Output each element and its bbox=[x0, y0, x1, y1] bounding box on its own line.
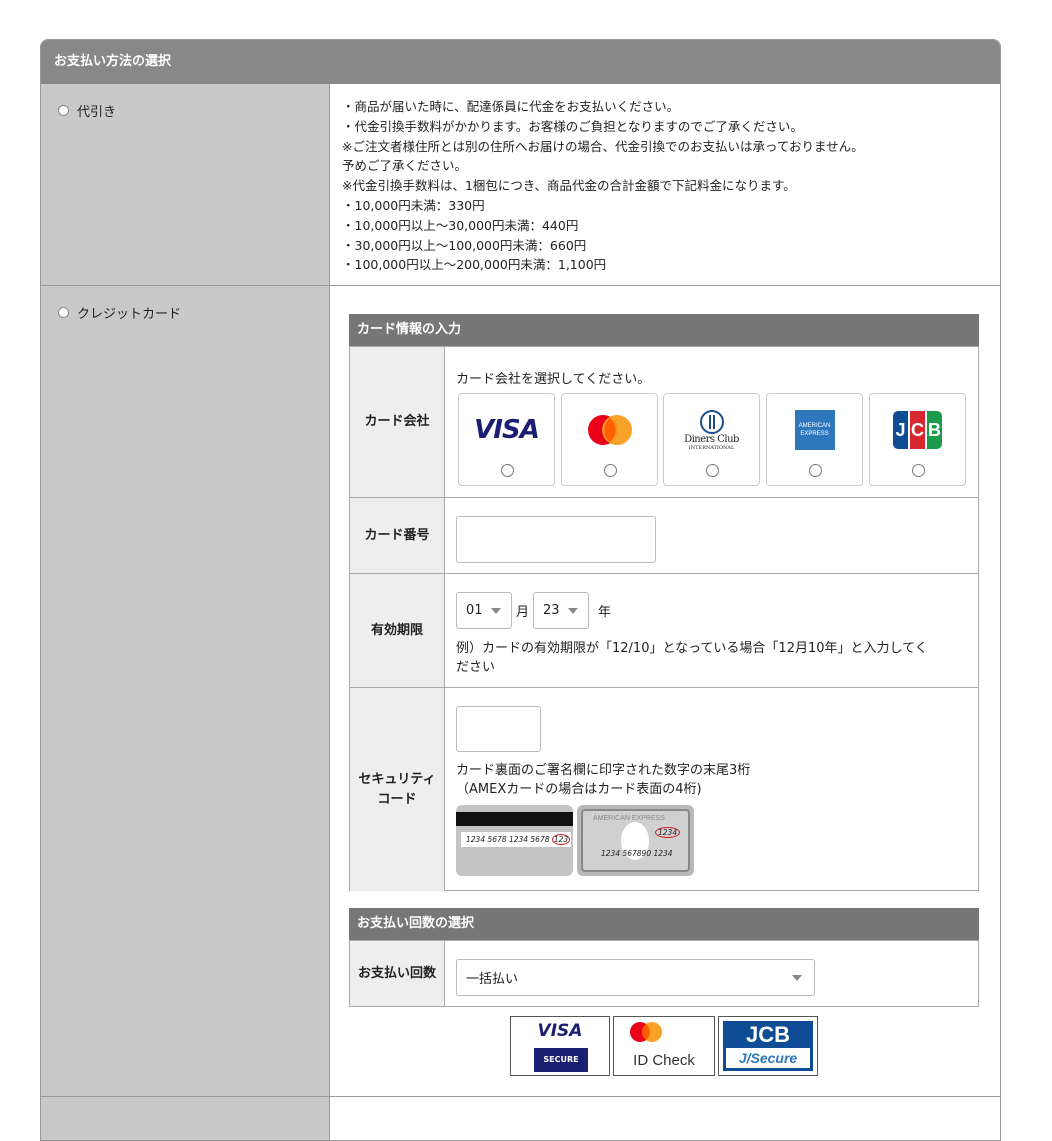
visa-secure-bottom: SECURE bbox=[534, 1048, 588, 1072]
visa-secure-badge: VISA SECURE bbox=[510, 1016, 610, 1076]
amex-logo: AMERICAN EXPRESS bbox=[767, 408, 862, 452]
id-check-badge: ID Check bbox=[613, 1016, 715, 1076]
amex-card-image: AMERICAN EXPRESS 1234 1234 567890 1234 bbox=[577, 805, 694, 876]
diners-radio[interactable] bbox=[706, 464, 719, 477]
security-code-input[interactable] bbox=[456, 706, 541, 752]
id-check-text: ID Check bbox=[633, 1052, 695, 1069]
expiry-month-value: 01 bbox=[466, 603, 483, 618]
jcb-secure-bottom: J/Secure bbox=[726, 1048, 810, 1068]
credit-radio-option[interactable]: クレジットカード bbox=[58, 303, 181, 322]
cod-line: ・30,000円以上～100,000円未満：660円 bbox=[342, 237, 587, 253]
cod-line: ※ご注文者様住所とは別の住所へお届けの場合、代金引換でのお支払いは承っておりませ… bbox=[342, 138, 864, 154]
month-unit: 月 bbox=[516, 605, 530, 620]
expiry-year-select[interactable]: 23 bbox=[533, 592, 589, 629]
expiry-note-line: ださい bbox=[456, 660, 496, 675]
card-option-visa[interactable]: VISA bbox=[458, 393, 555, 486]
amex-radio[interactable] bbox=[809, 464, 822, 477]
jcb-secure-top: JCB bbox=[745, 1022, 790, 1047]
expiry-label: 有効期限 bbox=[350, 574, 445, 687]
amex-brand-text: AMERICAN EXPRESS bbox=[593, 815, 665, 822]
cod-line: ・10,000円以上～30,000円未満：440円 bbox=[342, 217, 579, 233]
card-option-diners[interactable]: Diners Club INTERNATIONAL bbox=[663, 393, 760, 486]
security-code-label-line: コード bbox=[377, 791, 417, 807]
installments-title: お支払い回数の選択 bbox=[349, 908, 979, 940]
section-title: お支払い方法の選択 bbox=[41, 40, 1000, 84]
installments-label: お支払い回数 bbox=[350, 941, 445, 1006]
security-note-line: （AMEXカードの場合はカード表面の4桁) bbox=[456, 782, 702, 797]
diners-club-logo: Diners Club INTERNATIONAL bbox=[664, 408, 759, 452]
card-company-prompt: カード会社を選択してください。 bbox=[456, 372, 651, 387]
security-code-label: セキュリティ コード bbox=[350, 688, 445, 891]
installments-value: 一括払い bbox=[466, 972, 519, 987]
cod-line: ・100,000円以上～200,000円未満：1,100円 bbox=[342, 257, 607, 273]
credit-radio[interactable] bbox=[58, 307, 69, 318]
credit-label: クレジットカード bbox=[77, 307, 182, 322]
amex-card-number: 1234 567890 1234 bbox=[601, 849, 673, 858]
next-description-cell bbox=[329, 1097, 1000, 1140]
expiry-note: 例）カードの有効期限が「12/10」となっている場合「12月10年」と入力してく… bbox=[456, 639, 928, 677]
cod-line: 予めご了承ください。 bbox=[342, 158, 468, 174]
security-code-label-line: セキュリティ bbox=[358, 771, 436, 787]
card-number-label: カード番号 bbox=[350, 498, 445, 573]
jcb-radio[interactable] bbox=[912, 464, 925, 477]
cod-radio-option[interactable]: 代引き bbox=[58, 101, 116, 120]
card-info-title: カード情報の入力 bbox=[349, 314, 979, 346]
cod-label: 代引き bbox=[77, 105, 117, 120]
cod-line: ・商品が届いた時に、配達係員に代金をお支払いください。 bbox=[342, 99, 680, 114]
security-code-note: カード裏面のご署名欄に印字された数字の末尾3桁 （AMEXカードの場合はカード表… bbox=[456, 761, 750, 799]
expiry-month-select[interactable]: 01 bbox=[456, 592, 512, 629]
installments-select[interactable]: 一括払い bbox=[456, 959, 815, 996]
credit-option-cell: クレジットカード bbox=[41, 286, 329, 1096]
card-number-input[interactable] bbox=[456, 516, 656, 563]
mastercard-icon bbox=[630, 1022, 662, 1042]
cod-line: ・10,000円未満：330円 bbox=[342, 197, 485, 213]
mastercard-radio[interactable] bbox=[604, 464, 617, 477]
card-option-mastercard[interactable] bbox=[561, 393, 658, 486]
chevron-down-icon bbox=[491, 608, 501, 614]
expiry-note-line: 例）カードの有効期限が「12/10」となっている場合「12月10年」と入力してく bbox=[456, 641, 928, 656]
visa-secure-top: VISA bbox=[537, 1021, 583, 1041]
card-option-amex[interactable]: AMERICAN EXPRESS bbox=[766, 393, 863, 486]
security-note-line: カード裏面のご署名欄に印字された数字の末尾3桁 bbox=[456, 763, 751, 778]
back-card-cvv: 123 bbox=[551, 834, 571, 845]
installments-table: お支払い回数 一括払い bbox=[349, 940, 979, 1007]
chevron-down-icon bbox=[792, 975, 802, 981]
card-info-table: カード会社 カード会社を選択してください。 VISA Diners Club I… bbox=[349, 346, 979, 891]
visa-logo: VISA bbox=[474, 415, 540, 445]
next-option-cell bbox=[41, 1097, 329, 1140]
cod-radio[interactable] bbox=[58, 105, 69, 116]
jcb-logo: J C B bbox=[870, 408, 965, 452]
card-back-image: 1234 5678 1234 5678 123 bbox=[456, 805, 573, 876]
card-option-jcb[interactable]: J C B bbox=[869, 393, 966, 486]
cod-option-cell: 代引き bbox=[41, 84, 329, 286]
cod-line: ・代金引換手数料がかかります。お客様のご負担となりますのでご了承ください。 bbox=[342, 118, 803, 134]
cod-description-cell: ・商品が届いた時に、配達係員に代金をお支払いください。 ・代金引換手数料がかかり… bbox=[329, 84, 1000, 286]
cod-line: ※代金引換手数料は、1梱包につき、商品代金の合計金額で下記料金になります。 bbox=[342, 178, 796, 194]
cod-description: ・商品が届いた時に、配達係員に代金をお支払いください。 ・代金引換手数料がかかり… bbox=[342, 97, 864, 275]
chevron-down-icon bbox=[568, 608, 578, 614]
amex-cvv: 1234 bbox=[655, 827, 681, 838]
jcb-secure-badge: JCB J/Secure bbox=[718, 1016, 818, 1076]
card-company-label: カード会社 bbox=[350, 347, 445, 497]
visa-radio[interactable] bbox=[501, 464, 514, 477]
expiry-year-value: 23 bbox=[543, 603, 560, 618]
year-unit: 年 bbox=[598, 605, 612, 620]
mastercard-logo bbox=[562, 408, 657, 452]
back-card-number: 1234 5678 1234 5678 bbox=[466, 835, 550, 844]
